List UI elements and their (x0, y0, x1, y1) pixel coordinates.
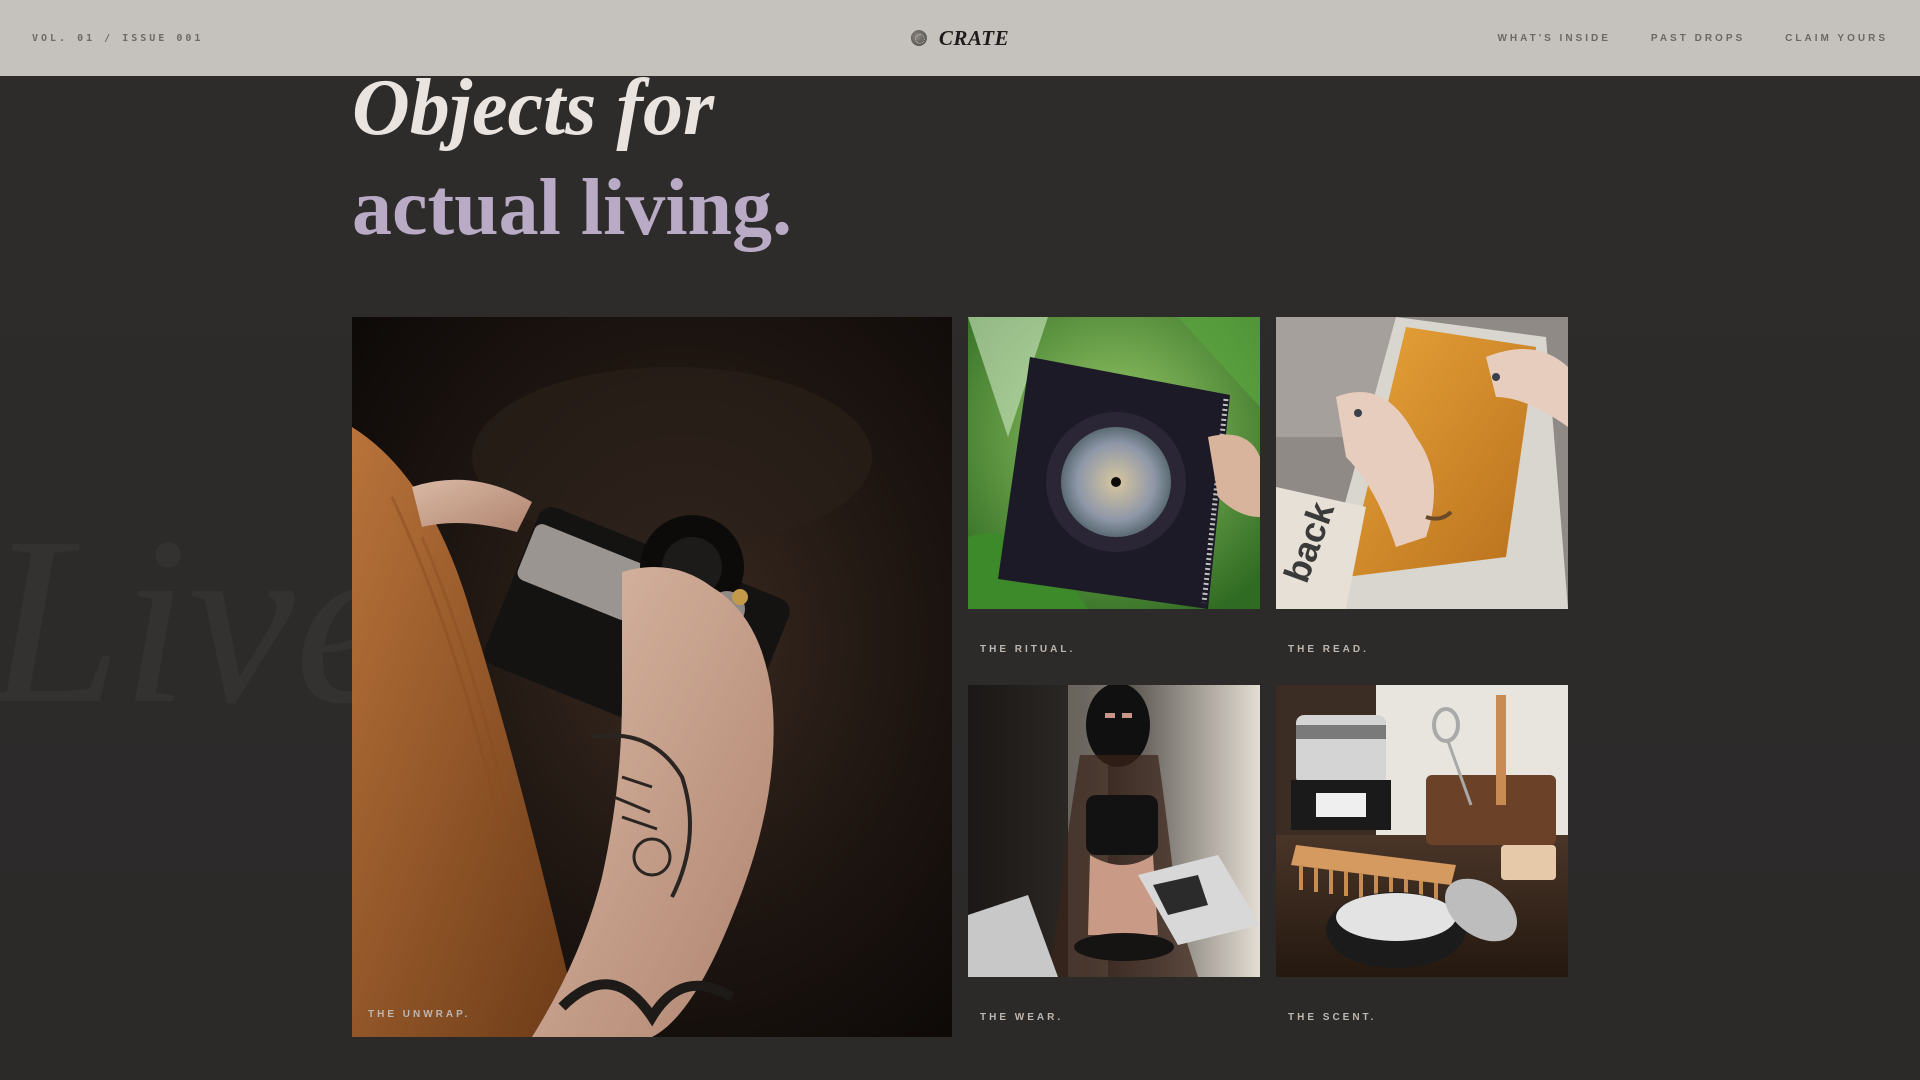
issue-label: VOL. 01 / ISSUE 001 (32, 32, 204, 44)
nav-whats-inside[interactable]: WHAT'S INSIDE (1497, 33, 1610, 44)
caption-unwrap: THE UNWRAP. (368, 1009, 471, 1020)
brand-logo[interactable]: CRATE (910, 25, 1010, 51)
photo-grooming-kit[interactable] (1276, 685, 1568, 977)
photo-vinyl-notebook[interactable] (968, 317, 1260, 609)
nav-claim-yours[interactable]: CLAIM YOURS (1785, 33, 1888, 44)
photo-reading-magazine[interactable]: back (1276, 317, 1568, 609)
main-nav: WHAT'S INSIDE PAST DROPS CLAIM YOURS (1497, 33, 1888, 44)
caption-read: THE READ. (1288, 644, 1369, 655)
photo-camera-hands[interactable] (352, 317, 952, 1037)
nav-past-drops[interactable]: PAST DROPS (1651, 33, 1745, 44)
crate-logo-icon (910, 30, 927, 46)
brand-name: CRATE (938, 25, 1010, 50)
caption-scent: THE SCENT. (1288, 1012, 1377, 1023)
headline-line-2: actual living. (352, 164, 793, 252)
photo-balaclava-model[interactable] (968, 685, 1260, 977)
caption-wear: THE WEAR. (980, 1012, 1064, 1023)
background-watermark: Live (0, 500, 401, 740)
caption-ritual: THE RITUAL. (980, 644, 1076, 655)
top-navigation-bar: VOL. 01 / ISSUE 001 CRATE WHAT'S INSIDE … (0, 0, 1920, 76)
landing-page: VOL. 01 / ISSUE 001 CRATE WHAT'S INSIDE … (0, 0, 1920, 1080)
hero-headline: Objects for actual living. (352, 58, 792, 258)
